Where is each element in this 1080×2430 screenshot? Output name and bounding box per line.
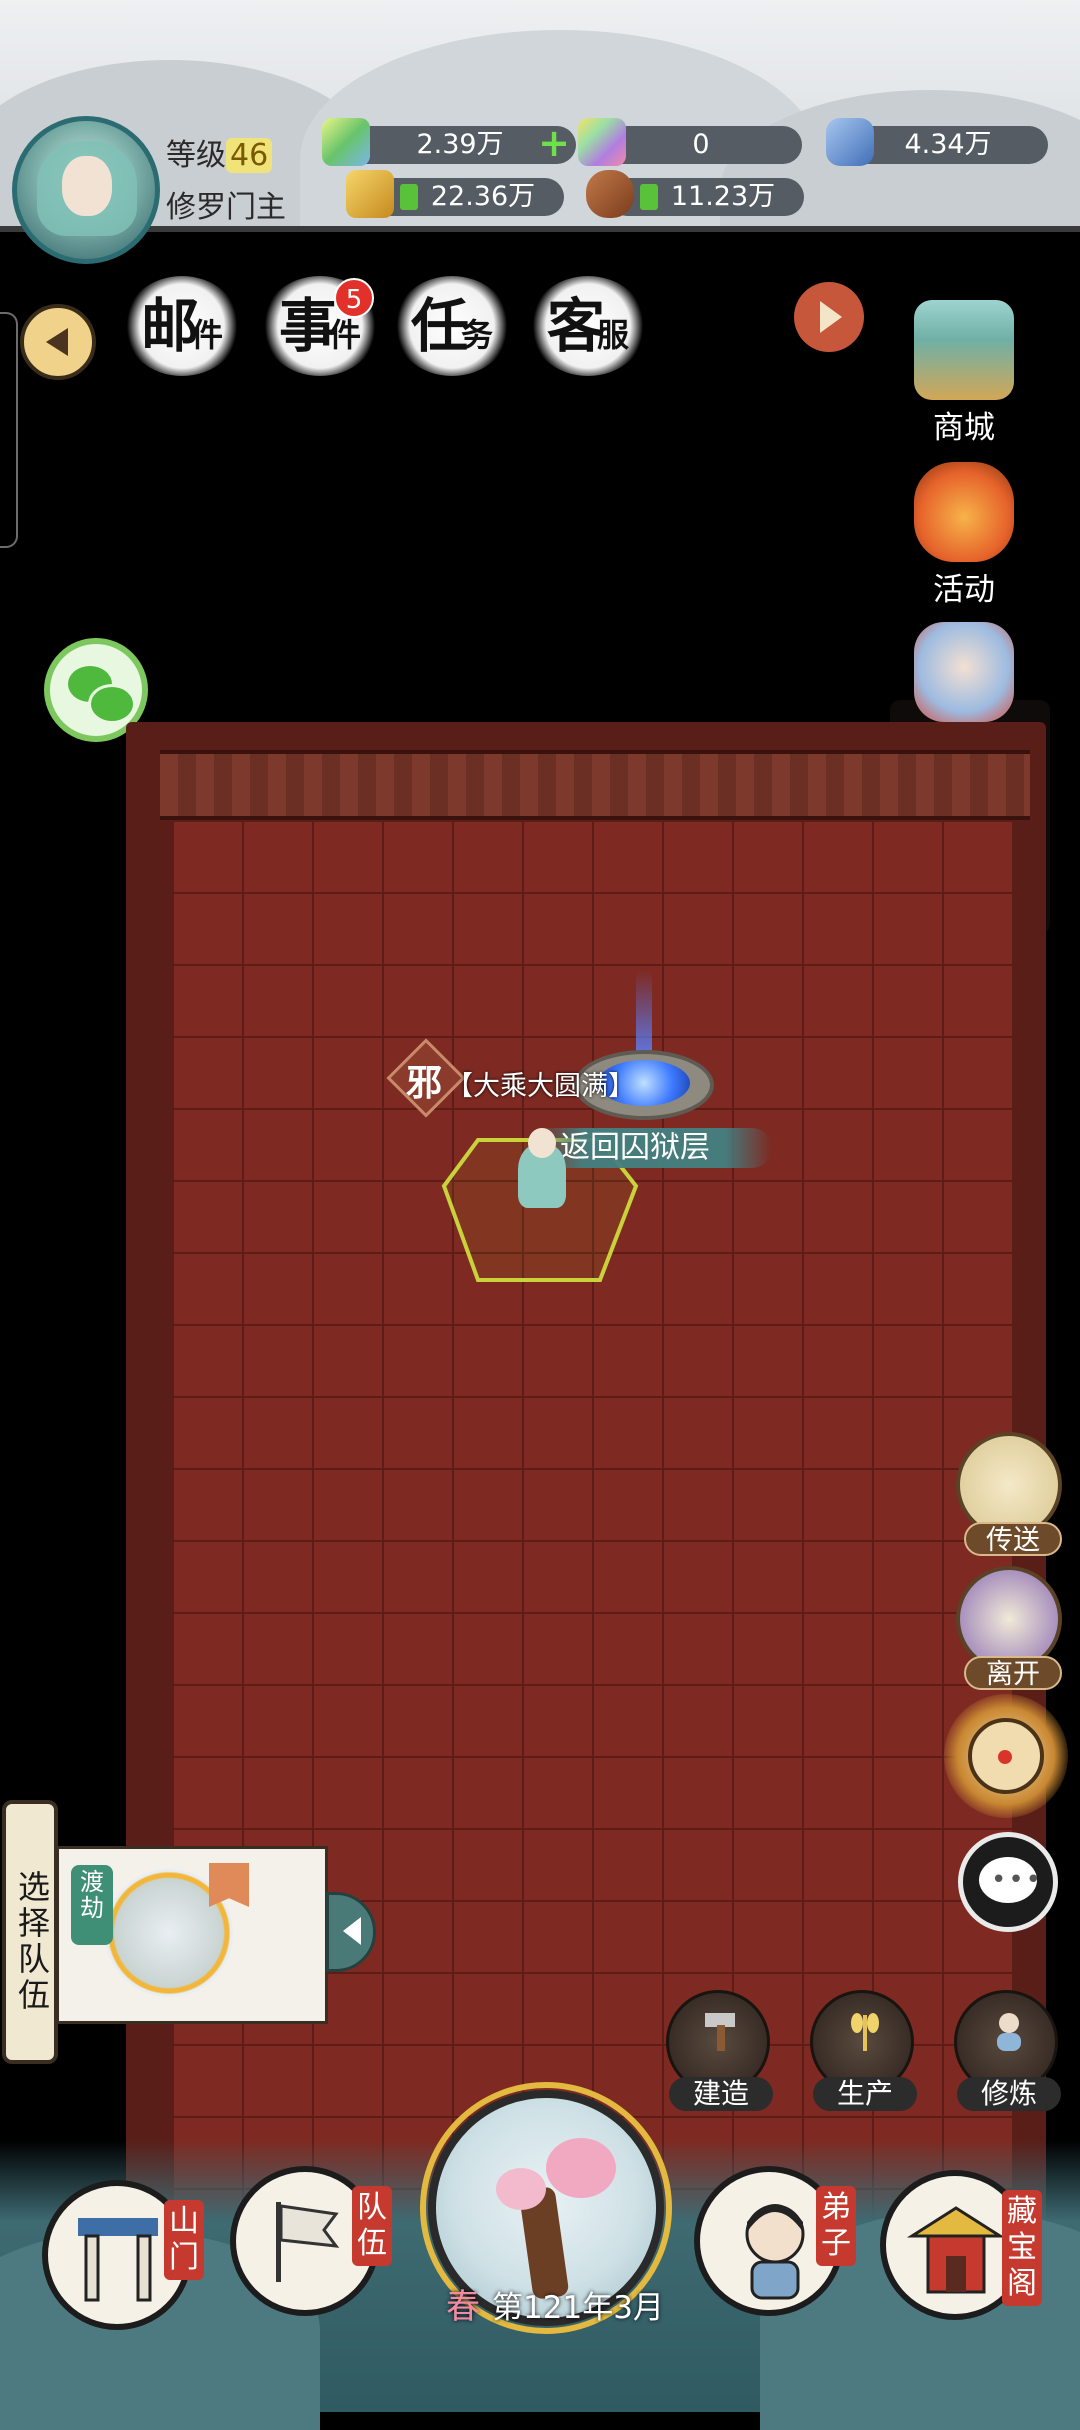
service-label: 客 — [546, 292, 605, 360]
team-flag-icon — [209, 1863, 249, 1907]
shop-icon — [914, 300, 1014, 400]
evil-char: 邪 — [406, 1062, 443, 1104]
produce-button[interactable]: 生产 — [810, 1990, 917, 2111]
board-frame-carving — [160, 750, 1030, 820]
disciple-icon — [745, 2204, 805, 2300]
teleport-label: 传送 — [964, 1522, 1062, 1556]
hammer-icon — [705, 2013, 735, 2051]
add-crystal-icon[interactable]: + — [538, 124, 570, 162]
level-display: 等级 46 — [166, 130, 273, 174]
tasks-label-small: 务 — [461, 316, 494, 354]
gate-icon — [78, 2218, 158, 2302]
level-label: 等级 — [166, 138, 226, 173]
service-label-small: 服 — [597, 316, 630, 354]
blossom-icon — [546, 2138, 616, 2198]
gift-character-icon — [914, 622, 1014, 722]
blue-ore-icon — [826, 118, 874, 166]
chat-button[interactable]: ••• — [958, 1832, 1058, 1932]
mail-label: 邮 — [140, 292, 199, 360]
blue-ore-value: 4.34万 — [904, 129, 992, 160]
activity-label: 活动 — [933, 572, 995, 608]
resource-gold[interactable]: 22.36万 — [346, 170, 564, 218]
menu-collapse-left-button[interactable] — [20, 304, 96, 380]
wood-value: 11.23万 — [670, 181, 776, 212]
nav-disciple[interactable]: 弟子 — [694, 2166, 856, 2316]
player-avatar[interactable] — [12, 116, 160, 264]
events-label: 事 — [278, 292, 337, 360]
player-character[interactable] — [510, 1124, 574, 1210]
wood-icon — [586, 170, 634, 218]
service-button[interactable]: 客服 — [530, 276, 646, 376]
team-member-tag: 渡劫 — [71, 1865, 113, 1945]
date-label: 第121年3月 — [492, 2290, 664, 2326]
nav-treasure[interactable]: 藏宝阁 — [880, 2170, 1042, 2320]
level-value: 46 — [226, 138, 273, 173]
date-display: 春第121年3月 — [430, 2282, 680, 2332]
train-button[interactable]: 修炼 — [954, 1990, 1061, 2111]
nav-gate[interactable]: 山门 — [42, 2180, 204, 2330]
wheat-icon — [851, 2013, 879, 2051]
resource-blue-ore[interactable]: 4.34万 — [826, 118, 1048, 166]
team-panel: 渡劫 — [56, 1846, 328, 2024]
resource-wood[interactable]: 11.23万 — [586, 170, 804, 218]
shop-label: 商城 — [933, 410, 995, 446]
train-label: 修炼 — [957, 2077, 1061, 2111]
lantern-icon — [914, 462, 1014, 562]
gold-ingot-icon — [346, 170, 394, 218]
gold-bar-indicator — [400, 184, 418, 210]
avatar-face — [62, 156, 112, 216]
boss-name: 【大乘大圆满】 — [446, 1071, 635, 1102]
wood-bar-indicator — [640, 184, 658, 210]
events-badge: 5 — [334, 278, 374, 318]
edge-drawer-handle[interactable] — [0, 312, 18, 548]
build-button[interactable]: 建造 — [666, 1990, 773, 2111]
tasks-label: 任 — [410, 292, 469, 360]
cultivator-icon — [997, 2013, 1021, 2051]
activity-button[interactable]: 活动 — [894, 462, 1034, 609]
nav-treasure-label: 藏宝阁 — [1002, 2190, 1042, 2306]
gold-value: 22.36万 — [430, 181, 536, 212]
produce-label: 生产 — [813, 2077, 917, 2111]
mail-button[interactable]: 邮件 — [124, 276, 240, 376]
rainbow-crystal-value: 0 — [692, 129, 710, 160]
rainbow-crystal-icon — [578, 118, 626, 166]
build-label: 建造 — [669, 2077, 773, 2111]
spirit-crystal-icon — [322, 118, 370, 166]
blossom-icon-2 — [496, 2168, 546, 2210]
shop-button[interactable]: 商城 — [894, 300, 1034, 447]
menu-expand-right-button[interactable] — [794, 282, 864, 352]
mail-label-small: 件 — [191, 316, 224, 354]
flag-icon — [276, 2202, 340, 2282]
wechat-bubble-icon-2 — [88, 684, 136, 724]
role-title: 修罗门主 — [166, 190, 286, 225]
nav-gate-label: 山门 — [164, 2200, 204, 2280]
top-bar-divider — [0, 226, 1080, 232]
special-action-button[interactable] — [944, 1694, 1068, 1818]
nav-disciple-label: 弟子 — [816, 2186, 856, 2266]
season-label: 春 — [446, 2287, 481, 2327]
leave-button[interactable]: 离开 — [956, 1566, 1062, 1690]
resource-rainbow-crystal[interactable]: 0 — [578, 118, 802, 166]
select-team-tab[interactable]: 选择队伍 — [2, 1800, 58, 2064]
treasure-pavilion-icon — [906, 2206, 1006, 2294]
red-pearl-icon — [998, 1750, 1012, 1764]
spirit-crystal-value: 2.39万 — [416, 129, 504, 160]
portal-beam — [636, 970, 652, 1060]
teleport-button[interactable]: 传送 — [956, 1432, 1062, 1556]
resource-spirit-crystal[interactable]: 2.39万 + — [322, 118, 576, 166]
player-head — [528, 1128, 556, 1158]
chat-dots-icon: ••• — [991, 1865, 1044, 1895]
nav-team-label: 队伍 — [352, 2186, 392, 2266]
nav-team[interactable]: 队伍 — [230, 2166, 392, 2316]
leave-label: 离开 — [964, 1656, 1062, 1690]
tasks-button[interactable]: 任务 — [394, 276, 510, 376]
events-label-small: 件 — [329, 316, 362, 354]
